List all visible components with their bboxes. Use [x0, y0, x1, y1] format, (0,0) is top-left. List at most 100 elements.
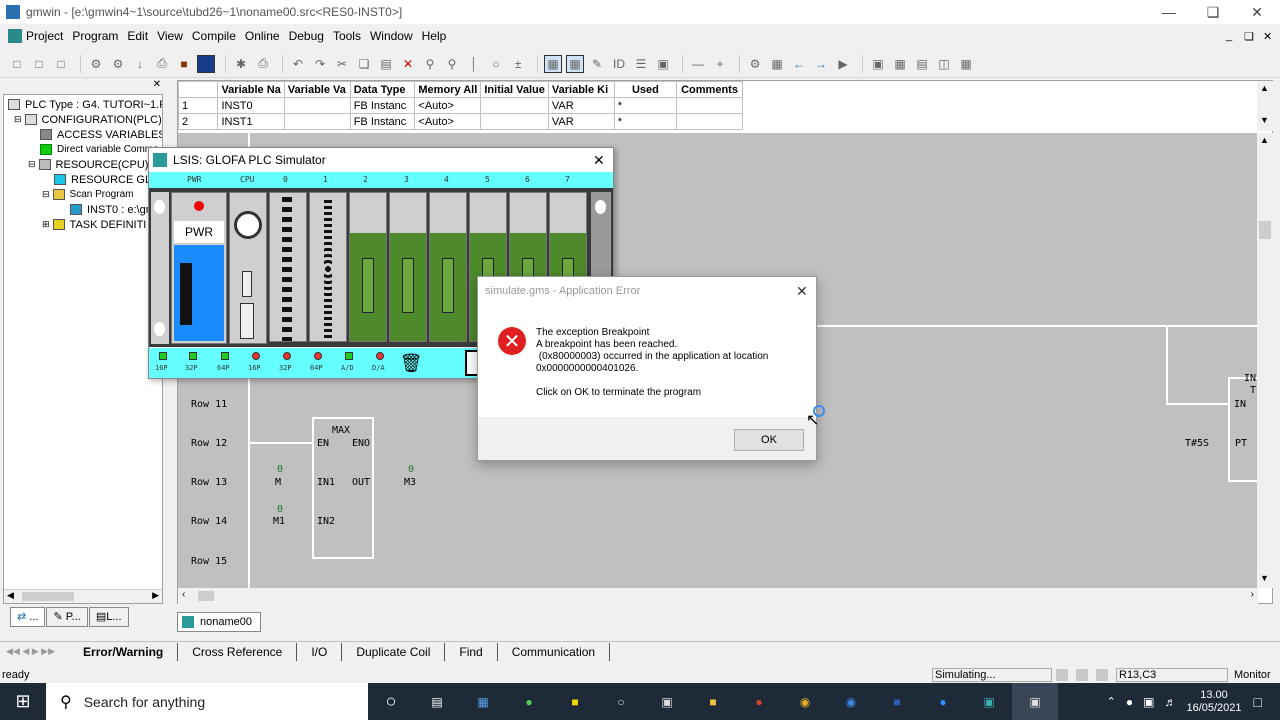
screen-icon[interactable]: ▣ — [654, 55, 672, 73]
edit-icon[interactable]: ✎ — [588, 55, 606, 73]
menu-tools[interactable]: Tools — [333, 29, 361, 43]
cpu-module[interactable] — [229, 192, 267, 344]
close-icon[interactable]: ✕ — [1234, 0, 1280, 24]
powerpoint-icon[interactable]: ● — [736, 683, 782, 720]
tree-item-scan-program[interactable]: ⊟ Scan Program — [42, 187, 133, 202]
window-arrange-icon[interactable]: ▦ — [957, 55, 975, 73]
menu-window[interactable]: Window — [370, 29, 413, 43]
cortana-icon[interactable]: ○ — [368, 683, 414, 720]
open-icon[interactable]: □ — [30, 55, 48, 73]
tree-item-task-definition[interactable]: ⊞ TASK DEFINITI — [42, 217, 146, 232]
collapse-icon[interactable]: ⊟ — [42, 189, 50, 200]
arrow-right-icon[interactable]: → — [812, 55, 830, 73]
grid-header[interactable]: Initial Value — [480, 81, 549, 98]
nav-first-icon[interactable]: ◀◀ ◀ ▶ ▶▶ — [6, 646, 55, 657]
grid-cell[interactable]: INST0 — [217, 97, 285, 114]
restore-icon[interactable]: ❏ — [1190, 0, 1236, 24]
remote-desktop-icon[interactable]: ▣ — [644, 683, 690, 720]
grid-cell[interactable]: <Auto> — [414, 113, 482, 130]
scroll-thumb[interactable] — [22, 592, 74, 601]
notification-icon[interactable]: □ — [1254, 694, 1262, 710]
tab-communication[interactable]: Communication — [498, 642, 611, 661]
scroll-up-icon[interactable]: ▲ — [1260, 135, 1269, 145]
network-icon[interactable]: ▣ — [1143, 695, 1154, 709]
gmwin-taskbar-icon[interactable]: ▣ — [966, 683, 1012, 720]
tab-cross-reference[interactable]: Cross Reference — [178, 642, 298, 661]
sticky-notes-icon[interactable]: ■ — [552, 683, 598, 720]
grid-cell[interactable] — [283, 97, 351, 114]
app-icon-paint[interactable]: ○ — [598, 683, 644, 720]
grid-cell[interactable]: FB Instanc — [349, 113, 416, 130]
id-icon[interactable]: ID — [610, 55, 628, 73]
grid-header[interactable]: Variable Ki — [547, 81, 615, 98]
cut-icon[interactable]: ✂ — [333, 55, 351, 73]
compile-icon[interactable]: ⚙ — [87, 55, 105, 73]
trash-icon[interactable]: 🗑 — [399, 352, 423, 374]
scroll-up-icon[interactable]: ▲ — [1260, 83, 1269, 93]
panel-close-icon[interactable]: ✕ — [153, 79, 161, 90]
collapse-icon[interactable]: ⊟ — [14, 114, 22, 125]
grid-cell[interactable]: <Auto> — [414, 97, 482, 114]
plus-icon[interactable]: + — [711, 55, 729, 73]
download-icon[interactable]: ↓ — [131, 55, 149, 73]
settings-icon[interactable]: ⚙ — [746, 55, 764, 73]
view-vars-icon[interactable]: ▦ — [566, 54, 584, 73]
window-tile-icon[interactable]: ▦ — [891, 55, 909, 73]
grid-cell[interactable] — [676, 113, 743, 130]
io-module-3[interactable] — [389, 192, 427, 342]
minus-icon[interactable]: — — [689, 55, 707, 73]
grid-header[interactable]: Variable Va — [283, 81, 351, 98]
tree-item-resource[interactable]: ⊟ RESOURCE(CPU) — [28, 157, 148, 172]
app-icon-green[interactable]: ● — [506, 683, 552, 720]
find-replace-icon[interactable]: ⚲ — [443, 55, 461, 73]
scroll-left-icon[interactable]: ◀ — [7, 590, 14, 601]
grid-cell[interactable] — [283, 113, 351, 130]
input-module-0[interactable] — [269, 192, 307, 342]
delete-icon[interactable]: ✕ — [399, 55, 417, 73]
redo-icon[interactable]: ↷ — [311, 55, 329, 73]
bookmark-icon[interactable]: ▶ — [834, 55, 852, 73]
task-view-icon[interactable]: ▤ — [414, 683, 460, 720]
window-cascade-icon[interactable]: ▣ — [869, 55, 887, 73]
table-row[interactable]: 1 INST0 FB Instanc <Auto> VAR * — [177, 97, 743, 114]
ladder-vscroll[interactable]: ▲ ▼ — [1257, 133, 1273, 588]
undo-icon[interactable]: ↶ — [289, 55, 307, 73]
scroll-right-icon[interactable]: ▶ — [152, 590, 159, 601]
grid-cell[interactable] — [480, 113, 549, 130]
grid-cell[interactable] — [676, 97, 743, 114]
menu-project[interactable]: Project — [26, 29, 63, 43]
new-icon[interactable]: □ — [8, 55, 26, 73]
menu-help[interactable]: Help — [422, 29, 447, 43]
microphone-icon[interactable]: ● — [1126, 695, 1133, 709]
input-module-1[interactable] — [309, 192, 347, 342]
clock[interactable]: 13.00 16/05/2021 — [1186, 689, 1241, 715]
chrome-icon[interactable]: ◉ — [782, 683, 828, 720]
tree-hscroll[interactable]: ◀ ▶ — [4, 589, 162, 603]
ok-button[interactable]: OK — [734, 429, 804, 451]
variable-m1[interactable]: M1 — [273, 516, 285, 527]
tree-item-resource-global[interactable]: RESOURCE GL — [54, 172, 151, 187]
tray-chevron-icon[interactable]: ⌃ — [1107, 695, 1116, 708]
tree-item-access-variables[interactable]: ACCESS VARIABLES — [40, 127, 162, 142]
taskbar-search[interactable]: ⚲ Search for anything — [46, 683, 368, 720]
print-icon[interactable]: ⎙ — [153, 55, 171, 73]
volume-icon[interactable]: ♬ — [1164, 695, 1176, 709]
table-row[interactable]: 2 INST1 FB Instanc <Auto> VAR * — [177, 113, 743, 130]
grid-cell[interactable]: VAR — [547, 97, 615, 114]
tools-icon[interactable]: ✱ — [232, 55, 250, 73]
simulator-taskbar-icon[interactable]: ▣ — [1012, 683, 1058, 720]
grid-vscroll[interactable]: ▲ ▼ — [1257, 81, 1273, 131]
scroll-right-icon[interactable]: › — [1251, 589, 1254, 600]
search-input[interactable]: Search for anything — [84, 694, 205, 710]
menu-debug[interactable]: Debug — [289, 29, 324, 43]
paste-icon[interactable]: ▤ — [377, 55, 395, 73]
io-module-2[interactable] — [349, 192, 387, 342]
grid-header[interactable]: Used — [613, 81, 678, 98]
list-icon[interactable]: ☰ — [632, 55, 650, 73]
tab-project[interactable]: ⇄ ... — [10, 607, 46, 627]
zoom-icon[interactable]: ● — [920, 683, 966, 720]
timer-preset[interactable]: T#5S — [1185, 438, 1209, 449]
arrow-left-icon[interactable]: ← — [790, 55, 808, 73]
copy-icon[interactable]: ❏ — [355, 55, 373, 73]
grid-cell[interactable]: INST1 — [217, 113, 285, 130]
